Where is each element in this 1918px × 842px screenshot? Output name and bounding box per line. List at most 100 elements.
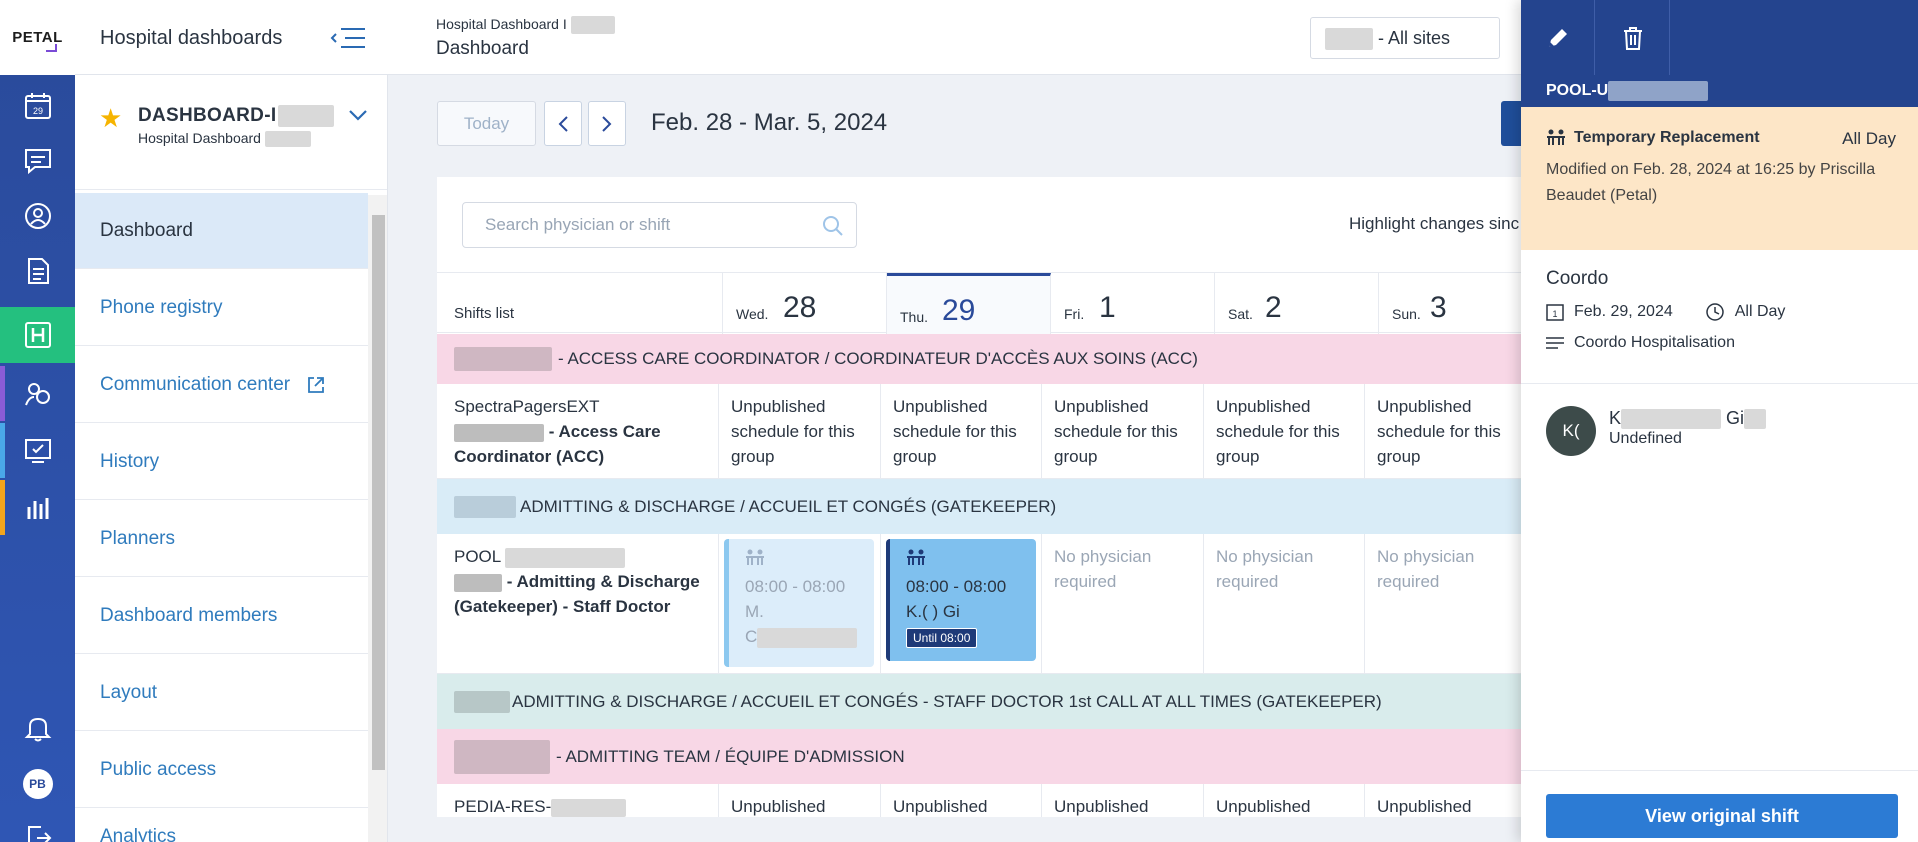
shift-physician: K.( ) Gi bbox=[906, 602, 960, 621]
user-initials: PB bbox=[22, 768, 53, 799]
chevron-down-icon[interactable] bbox=[348, 105, 368, 128]
schedule-cell[interactable]: No physician required bbox=[1042, 534, 1204, 674]
hospital-icon[interactable] bbox=[0, 307, 75, 363]
grid-header: Shifts list Wed. 28 Thu. 29 Fri. 1 Sat. 2 Su… bbox=[437, 272, 1537, 334]
shift-time: 08:00 - 08:00 bbox=[745, 577, 846, 596]
nav-planners[interactable]: Planners bbox=[75, 501, 368, 577]
monitor-check-icon[interactable] bbox=[0, 423, 75, 478]
logout-icon[interactable] bbox=[0, 810, 75, 842]
shift-id: POOL-U bbox=[1521, 75, 1918, 107]
date-range: Feb. 28 - Mar. 5, 2024 bbox=[651, 109, 888, 136]
shifts-list-label: Shifts list bbox=[454, 305, 515, 322]
search-icon bbox=[823, 216, 843, 236]
group-header[interactable]: ADMITTING & DISCHARGE / ACCUEIL ET CONGÉ… bbox=[437, 674, 1537, 729]
calendar-day: 29 bbox=[32, 106, 42, 116]
shift-card-selected[interactable]: 08:00 - 08:00 K.( ) Gi Until 08:00 bbox=[886, 539, 1036, 661]
view-original-shift-button[interactable]: View original shift bbox=[1546, 794, 1898, 838]
analytics-icon[interactable] bbox=[0, 480, 75, 535]
schedule-cell[interactable]: No physician required bbox=[1365, 534, 1537, 674]
collapse-sidebar-icon[interactable] bbox=[327, 24, 367, 52]
shift-label[interactable]: POOL - Admitting & Discharge (Gatekeeper… bbox=[437, 534, 719, 674]
today-button[interactable]: Today bbox=[437, 101, 536, 146]
notice-allday: All Day bbox=[1842, 129, 1896, 148]
svg-text:1: 1 bbox=[1552, 309, 1557, 319]
notice-type: Temporary Replacement bbox=[1546, 129, 1893, 147]
shift-label[interactable]: PEDIA-RES- bbox=[437, 784, 719, 817]
breadcrumb[interactable]: Hospital Dashboard I bbox=[436, 16, 615, 35]
app-title: Hospital dashboards bbox=[100, 27, 283, 49]
replacement-notice: Temporary Replacement All Day Modified o… bbox=[1521, 107, 1918, 250]
dashboard-selector[interactable]: ★ DASHBOARD-I Hospital Dashboard bbox=[75, 75, 387, 190]
replacement-icon bbox=[907, 549, 925, 565]
page-title: Dashboard bbox=[436, 38, 529, 59]
nav-dashboard[interactable]: Dashboard bbox=[75, 193, 368, 269]
clock-icon bbox=[1706, 303, 1724, 321]
schedule-cell[interactable]: Unpublished bbox=[1042, 784, 1204, 817]
day-header-wed[interactable]: Wed. 28 bbox=[723, 273, 887, 334]
profile-icon[interactable] bbox=[0, 188, 75, 243]
highlight-changes-label: Highlight changes sinc bbox=[1349, 214, 1520, 233]
group-header[interactable]: - ADMITTING TEAM / ÉQUIPE D'ADMISSION bbox=[437, 729, 1537, 784]
assigned-physician[interactable]: K( K Gi Undefined bbox=[1521, 384, 1918, 479]
nav-analytics[interactable]: Analytics bbox=[75, 809, 368, 842]
site-select[interactable]: - All sites bbox=[1310, 17, 1500, 59]
shift-label[interactable]: SpectraPagersEXT - Access Care Coordinat… bbox=[437, 384, 719, 479]
schedule-cell: 08:00 - 08:00 M. C bbox=[719, 534, 881, 674]
day-header-sat[interactable]: Sat. 2 bbox=[1215, 273, 1379, 334]
team-icon[interactable] bbox=[0, 366, 75, 421]
trash-icon[interactable] bbox=[1596, 0, 1670, 75]
schedule-cell[interactable]: Unpublished schedule for this group bbox=[719, 384, 881, 479]
day-header-sun[interactable]: Sun. 3 bbox=[1379, 273, 1537, 334]
physician-name: K Gi bbox=[1609, 408, 1767, 430]
chevron-right-icon[interactable] bbox=[588, 101, 626, 146]
dashboard-subtitle: Hospital Dashboard bbox=[138, 130, 311, 148]
document-icon[interactable] bbox=[0, 243, 75, 298]
group-header[interactable]: - ACCESS CARE COORDINATOR / COORDINATEUR… bbox=[437, 334, 1537, 384]
bell-icon[interactable] bbox=[0, 700, 75, 755]
nav-phone-registry[interactable]: Phone registry bbox=[75, 270, 368, 346]
nav-communication-center[interactable]: Communication center bbox=[75, 347, 368, 423]
shift-detail-drawer: POOL-U Temporary Replacement All Day Mod… bbox=[1521, 0, 1918, 842]
edit-icon[interactable] bbox=[1521, 0, 1595, 75]
nav-history[interactable]: History bbox=[75, 424, 368, 500]
user-avatar[interactable]: PB bbox=[0, 756, 75, 811]
sidebar-scrollbar[interactable] bbox=[368, 195, 387, 842]
schedule-cell[interactable]: Unpublished bbox=[1204, 784, 1365, 817]
replacement-icon bbox=[746, 549, 764, 565]
nav-dashboard-members[interactable]: Dashboard members bbox=[75, 578, 368, 654]
schedule-cell[interactable]: No physician required bbox=[1204, 534, 1365, 674]
chevron-left-icon[interactable] bbox=[544, 101, 582, 146]
schedule-cell[interactable]: Unpublished bbox=[881, 784, 1042, 817]
dashboard-name: DASHBOARD-I bbox=[138, 105, 335, 127]
nav-communication-center-label: Communication center bbox=[100, 373, 291, 395]
chat-icon[interactable] bbox=[0, 133, 75, 188]
day-header-thu[interactable]: Thu. 29 bbox=[887, 273, 1051, 334]
day-header-fri[interactable]: Fri. 1 bbox=[1051, 273, 1215, 334]
schedule-cell[interactable]: Unpublished schedule for this group bbox=[1365, 384, 1537, 479]
replacement-icon bbox=[1547, 129, 1565, 145]
petal-logo[interactable]: PETAL bbox=[0, 0, 75, 75]
shifts-list-header: Shifts list bbox=[437, 273, 723, 334]
search-input[interactable] bbox=[463, 203, 803, 247]
group-header[interactable]: ADMITTING & DISCHARGE / ACCUEIL ET CONGÉ… bbox=[437, 479, 1537, 534]
shift-description: Coordo Hospitalisation bbox=[1574, 334, 1735, 351]
day-number: 1 bbox=[1099, 291, 1116, 324]
calendar-icon: 1 bbox=[1546, 304, 1564, 321]
shift-card[interactable]: 08:00 - 08:00 M. C bbox=[724, 539, 874, 667]
schedule-cell[interactable]: Unpublished bbox=[1365, 784, 1537, 817]
schedule-cell[interactable]: Unpublished schedule for this group bbox=[1204, 384, 1365, 479]
physician-role: Undefined bbox=[1609, 430, 1682, 447]
nav-layout[interactable]: Layout bbox=[75, 655, 368, 731]
star-icon[interactable]: ★ bbox=[99, 103, 122, 134]
calendar-icon[interactable]: 29 bbox=[0, 78, 75, 133]
shift-title: Coordo bbox=[1546, 268, 1609, 289]
schedule-cell[interactable]: Unpublished schedule for this group bbox=[1042, 384, 1204, 479]
search-field[interactable] bbox=[462, 202, 857, 248]
until-badge: Until 08:00 bbox=[906, 628, 978, 648]
schedule-card: Highlight changes sinc Shifts list Wed. 2… bbox=[437, 177, 1537, 817]
schedule-cell[interactable]: Unpublished bbox=[719, 784, 881, 817]
nav-public-access[interactable]: Public access bbox=[75, 732, 368, 808]
shift-time: All Day bbox=[1734, 303, 1786, 320]
external-link-icon bbox=[308, 376, 324, 393]
schedule-cell[interactable]: Unpublished schedule for this group bbox=[881, 384, 1042, 479]
